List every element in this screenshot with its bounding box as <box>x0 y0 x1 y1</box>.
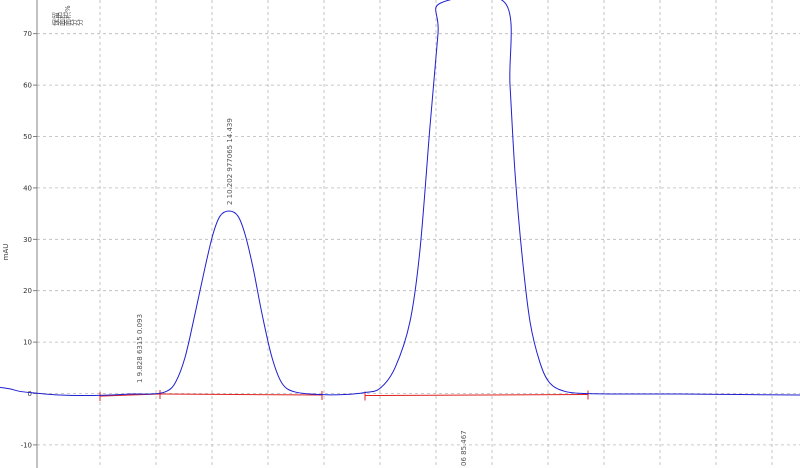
signal-series-line <box>0 0 800 397</box>
y-tick-layer: -10 0 10 20 30 40 50 60 70 <box>21 30 37 449</box>
y-tick-label: 70 <box>23 30 32 38</box>
baseline-layer <box>99 390 589 402</box>
peak-3-label: 06 85.467 <box>460 430 468 466</box>
peak-1-label: 1 9.828 6315 0.093 <box>136 314 144 383</box>
y-tick-label: 60 <box>23 82 32 90</box>
y-tick-label: -10 <box>21 441 32 449</box>
series-layer <box>0 0 800 397</box>
y-tick-label: 30 <box>23 236 32 244</box>
corner-text-block: 保留 面积 面积% 分 分 <box>51 5 84 26</box>
y-axis-label: mAU <box>2 244 10 261</box>
integration-baseline <box>364 394 589 397</box>
corner-text: 分 <box>75 19 84 26</box>
y-tick-label: 0 <box>28 390 32 398</box>
y-tick-label: 40 <box>23 184 32 192</box>
y-tick-label: 50 <box>23 133 32 141</box>
y-tick-label: 20 <box>23 287 32 295</box>
grid-layer <box>37 0 800 468</box>
peak-2-label: 2 10.202 977065 14.439 <box>226 118 234 205</box>
y-tick-label: 10 <box>23 339 32 347</box>
chromatogram-chart: -10 0 10 20 30 40 50 60 70 mAU 保留 面积 面积% 分 分 1 9… <box>0 0 800 468</box>
integration-baseline <box>159 393 323 396</box>
